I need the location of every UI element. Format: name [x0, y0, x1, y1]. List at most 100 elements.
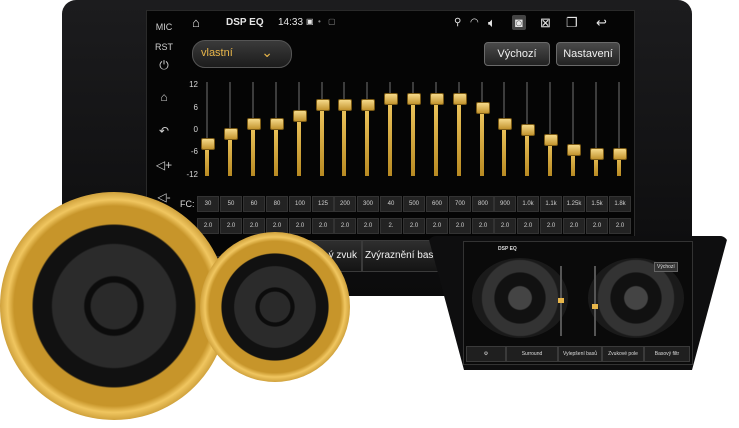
home-icon[interactable]: ⌂ [192, 15, 200, 30]
preset-dropdown[interactable]: vlastní ⌄ [192, 40, 292, 68]
eq-slider[interactable] [266, 80, 286, 180]
eq-slider[interactable] [449, 80, 469, 180]
eq-slider[interactable] [289, 80, 309, 180]
freq-cell[interactable]: 700 [449, 196, 471, 212]
slider-knob[interactable] [316, 98, 330, 111]
camera-icon[interactable]: ◙ [512, 15, 526, 30]
bass-enhance-button[interactable]: Vylepšení basů [558, 346, 602, 362]
slider-knob[interactable] [590, 147, 604, 160]
back-icon[interactable]: ↩ [596, 15, 607, 31]
slider-knob[interactable] [270, 118, 284, 131]
eq-slider[interactable] [472, 80, 492, 180]
slider-knob[interactable] [498, 118, 512, 131]
eq-slider[interactable] [517, 80, 537, 180]
freq-cell[interactable]: 80 [266, 196, 288, 212]
freq-cell[interactable]: 60 [243, 196, 265, 212]
second-default-button[interactable]: Výchozí [654, 262, 678, 272]
slider-knob[interactable] [201, 137, 215, 150]
eq-slider[interactable] [563, 80, 583, 180]
home-icon[interactable]: ⌂ [150, 90, 178, 104]
freq-cell[interactable]: 1.1k [540, 196, 562, 212]
q-cell[interactable]: 2.0 [289, 218, 311, 234]
q-cell[interactable]: 2.0 [494, 218, 516, 234]
eq-slider[interactable] [586, 80, 606, 180]
slider-knob[interactable] [567, 143, 581, 156]
q-cell[interactable]: 2.0 [334, 218, 356, 234]
rst-button[interactable]: RST [150, 42, 178, 52]
eq-slider[interactable] [609, 80, 629, 180]
surround-button[interactable]: Surround [506, 346, 558, 362]
q-cell[interactable]: 2.0 [586, 218, 608, 234]
volume-icon[interactable]: 🔈︎ [488, 15, 496, 31]
eq-slider[interactable] [312, 80, 332, 180]
freq-cell[interactable]: 100 [289, 196, 311, 212]
bass-boost-button[interactable]: Zvýraznění basů [362, 240, 442, 272]
slider-knob[interactable] [384, 92, 398, 105]
close-window-icon[interactable]: ⊠ [540, 15, 551, 31]
eq-slider[interactable] [540, 80, 560, 180]
freq-cell[interactable]: 1.5k [586, 196, 608, 212]
freq-cell[interactable]: 200 [334, 196, 356, 212]
q-cell[interactable]: 2.0 [540, 218, 562, 234]
freq-cell[interactable]: 1.8k [609, 196, 631, 212]
volume-up-icon[interactable]: ◁+ [150, 158, 178, 172]
freq-cell[interactable]: 40 [380, 196, 402, 212]
freq-cell[interactable]: 30 [197, 196, 219, 212]
q-cell[interactable]: 2.0 [517, 218, 539, 234]
freq-cell[interactable]: 1.0k [517, 196, 539, 212]
freq-cell[interactable]: 125 [312, 196, 334, 212]
slider-knob[interactable] [521, 124, 535, 136]
slider-knob[interactable] [293, 110, 307, 123]
image-icon: ▣ [306, 17, 314, 26]
slider-knob[interactable] [361, 98, 375, 111]
slider-fill [525, 129, 529, 176]
slider-knob[interactable] [613, 147, 627, 160]
eq-slider[interactable] [197, 80, 217, 180]
eq-slider[interactable] [380, 80, 400, 180]
q-cell[interactable]: 2.0 [220, 218, 242, 234]
slider-knob[interactable] [247, 118, 261, 131]
bass-filter-button[interactable]: Basový filtr [644, 346, 690, 362]
q-cell[interactable]: 2.0 [357, 218, 379, 234]
q-cell[interactable]: 2.0 [609, 218, 631, 234]
q-cell[interactable]: 2.0 [426, 218, 448, 234]
eq-slider[interactable] [426, 80, 446, 180]
freq-cell[interactable]: 300 [357, 196, 379, 212]
power-icon[interactable]: ⏻ [150, 58, 178, 73]
settings-button[interactable]: Nastavení [556, 42, 620, 66]
slider-knob[interactable] [558, 298, 564, 303]
eq-slider[interactable] [334, 80, 354, 180]
freq-cell[interactable]: 1.25k [563, 196, 585, 212]
slider-knob[interactable] [544, 133, 558, 146]
q-cell[interactable]: 2.0 [563, 218, 585, 234]
slider-knob[interactable] [407, 92, 421, 105]
q-cell[interactable]: 2.0 [243, 218, 265, 234]
freq-cell[interactable]: 900 [494, 196, 516, 212]
eq-slider[interactable] [357, 80, 377, 180]
freq-cell[interactable]: 600 [426, 196, 448, 212]
eq-slider[interactable] [243, 80, 263, 180]
slider-knob[interactable] [453, 92, 467, 105]
default-button[interactable]: Výchozí [484, 42, 550, 66]
q-cell[interactable]: 2.0 [449, 218, 471, 234]
eq-slider[interactable] [220, 80, 240, 180]
q-cell[interactable]: 2.0 [472, 218, 494, 234]
second-icon-button[interactable]: ⚙ [466, 346, 506, 362]
slider-knob[interactable] [476, 102, 490, 115]
slider-knob[interactable] [430, 92, 444, 105]
slider-knob[interactable] [592, 304, 598, 309]
freq-cell[interactable]: 500 [403, 196, 425, 212]
slider-knob[interactable] [338, 98, 352, 111]
eq-slider[interactable] [494, 80, 514, 180]
slider-knob[interactable] [224, 127, 238, 140]
freq-cell[interactable]: 800 [472, 196, 494, 212]
sound-field-button[interactable]: Zvukové pole [602, 346, 644, 362]
q-cell[interactable]: 2.0 [403, 218, 425, 234]
freq-cell[interactable]: 50 [220, 196, 242, 212]
q-cell[interactable]: 2.0 [312, 218, 334, 234]
q-cell[interactable]: 2. [380, 218, 402, 234]
eq-slider[interactable] [403, 80, 423, 180]
recent-apps-icon[interactable]: ❐ [566, 15, 578, 31]
preset-label: vlastní [201, 47, 233, 59]
back-icon[interactable]: ↶ [150, 124, 178, 138]
